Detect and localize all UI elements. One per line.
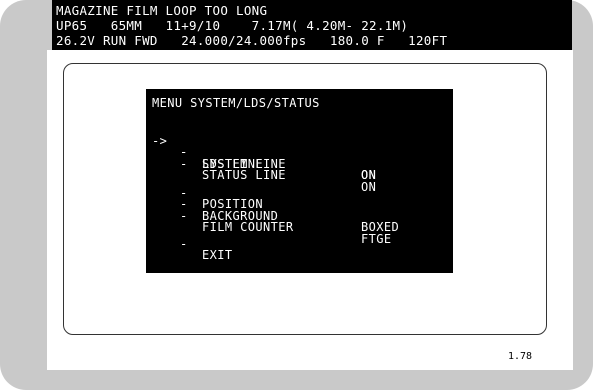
menu-item-exit[interactable]: - EXIT (152, 227, 452, 285)
status-line-camera: UP65 65MM 11+9/10 7.17M( 4.20M- 22.1M) (56, 18, 409, 33)
menu-item-dash: - (180, 236, 188, 251)
status-overlay: MAGAZINE FILM LOOP TOO LONG UP65 65MM 11+… (52, 0, 572, 50)
version-badge: 1.78 (494, 346, 546, 366)
menu-item-label: EXIT (202, 248, 233, 262)
viewfinder-screen: MENU SYSTEM/LDS/STATUS -> - SYSTEM LINE … (47, 50, 573, 370)
menu-title: MENU SYSTEM/LDS/STATUS (152, 96, 320, 110)
status-line-run: 26.2V RUN FWD 24.000/24.000fps 180.0 F 1… (56, 33, 448, 48)
menu-item-dash: - (180, 208, 188, 223)
menu-item-dash: - (180, 156, 188, 171)
status-line-message: MAGAZINE FILM LOOP TOO LONG (56, 3, 268, 18)
menu-panel: MENU SYSTEM/LDS/STATUS -> - SYSTEM LINE … (146, 89, 453, 273)
